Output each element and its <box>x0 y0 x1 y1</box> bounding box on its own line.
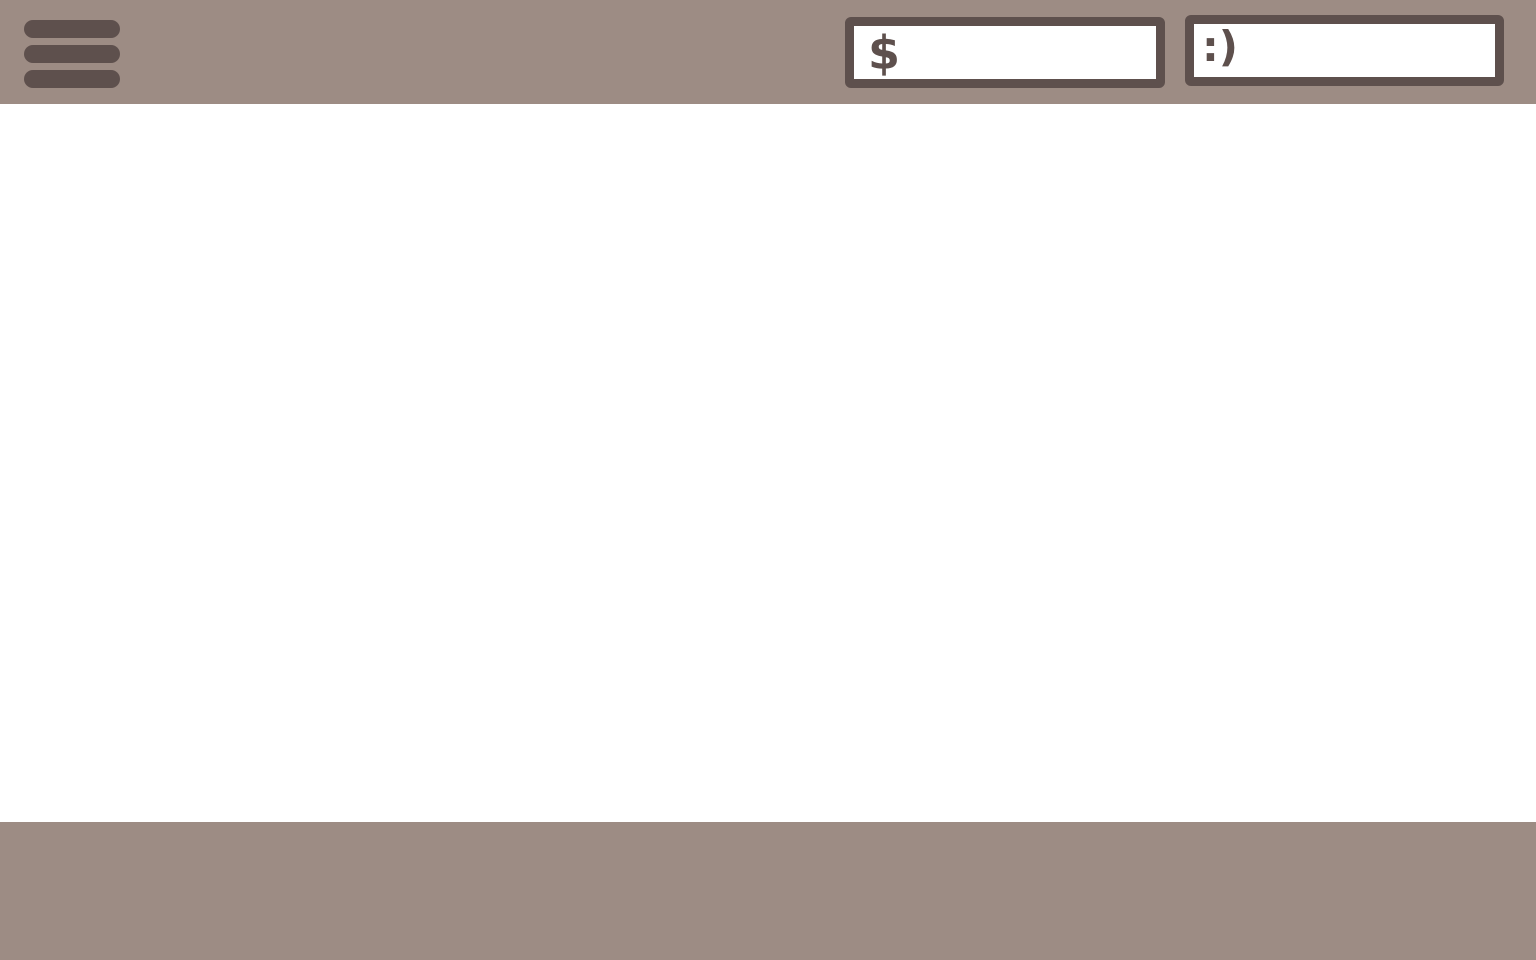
money-display: $ <box>845 17 1165 88</box>
bottom-bar <box>0 822 1536 960</box>
game-screen: $ :) <box>0 0 1536 960</box>
smiley-icon: :) <box>1202 22 1238 71</box>
mood-display: :) <box>1185 15 1504 86</box>
play-area[interactable] <box>0 104 1536 822</box>
menu-bar-middle <box>24 45 120 63</box>
hamburger-menu-icon[interactable] <box>24 20 120 88</box>
top-bar: $ :) <box>0 0 1536 104</box>
menu-bar-top <box>24 20 120 38</box>
dollar-icon: $ <box>868 26 901 80</box>
menu-bar-bottom <box>24 70 120 88</box>
